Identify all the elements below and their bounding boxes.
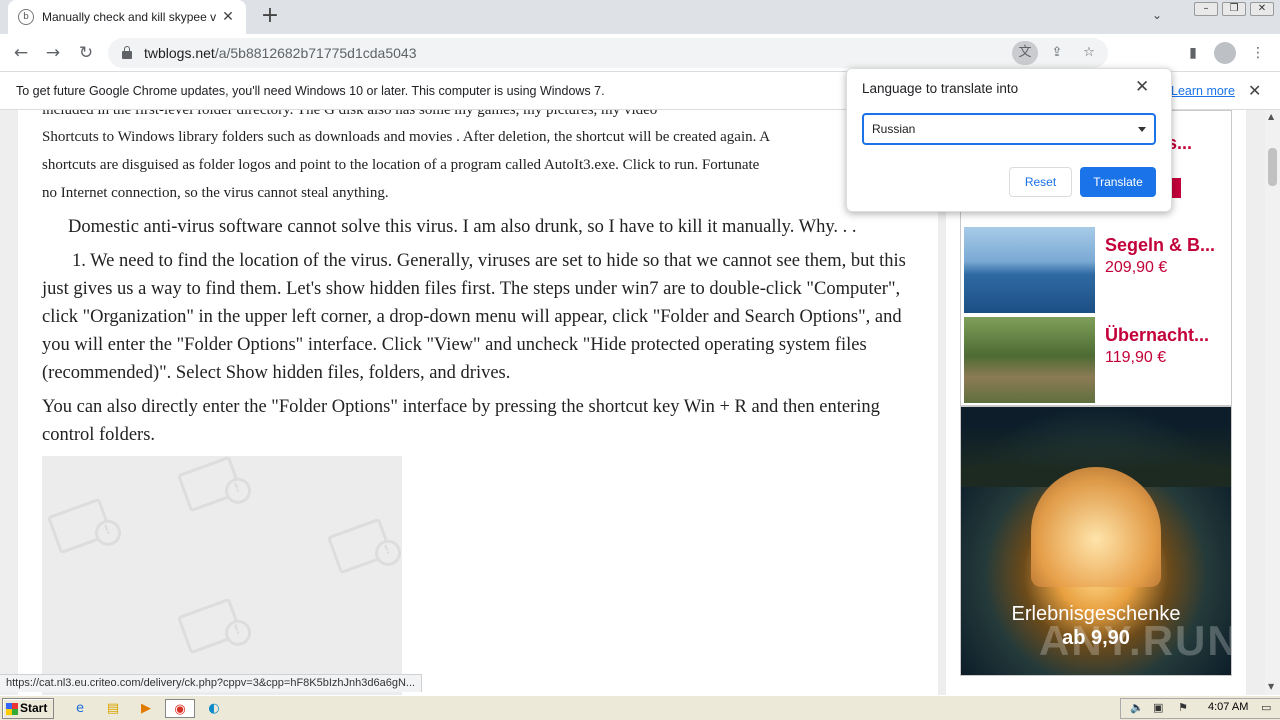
article-line-cut: included in the first-level folder direc…	[42, 110, 658, 118]
broken-image-icon	[176, 597, 244, 655]
popup-title: Language to translate into	[862, 81, 1019, 96]
selected-language: Russian	[872, 122, 916, 136]
broken-image-icon	[176, 456, 244, 513]
infobar-close-icon[interactable]: ✕	[1248, 81, 1261, 100]
chrome-icon[interactable]: ◉	[165, 699, 195, 718]
window-close-button[interactable]: ✕	[1250, 2, 1274, 16]
translate-popup: Language to translate into ✕ Russian Res…	[846, 68, 1172, 212]
article-body: included in the first-level folder direc…	[18, 110, 938, 695]
tab-active[interactable]: b Manually check and kill skypee virus ✕	[8, 0, 246, 34]
scroll-up-arrow-icon[interactable]: ▲	[1268, 112, 1274, 121]
start-label: Start	[20, 701, 48, 715]
network-icon[interactable]: ▣	[1153, 701, 1163, 714]
ad-item[interactable]: Segeln & B... 209,90 €	[964, 227, 1228, 315]
profile-avatar-icon[interactable]	[1213, 41, 1237, 65]
forward-arrow-icon[interactable]: →	[42, 42, 64, 64]
new-tab-button[interactable]: +	[258, 5, 282, 29]
ad-title[interactable]: Segeln & B...	[1105, 235, 1215, 256]
article-paragraph: Domestic anti-virus software cannot solv…	[68, 217, 857, 237]
scroll-down-arrow-icon[interactable]: ▼	[1268, 682, 1274, 691]
tab-search-chevron-icon[interactable]: ⌄	[1152, 8, 1162, 22]
windows-logo-icon	[6, 703, 18, 715]
learn-more-link[interactable]: Learn more	[1171, 84, 1235, 98]
edge-icon[interactable]: ◐	[204, 699, 224, 718]
dome-image	[1031, 467, 1161, 587]
article-line: shortcuts are disguised as folder logos …	[42, 157, 760, 173]
start-button[interactable]: Start	[2, 698, 54, 719]
link-status-bubble: https://cat.nl3.eu.criteo.com/delivery/c…	[0, 674, 423, 692]
flag-icon[interactable]: ⚑	[1178, 701, 1188, 714]
share-icon[interactable]: ⇪	[1044, 41, 1070, 65]
article-line: no Internet connection, so the virus can…	[42, 185, 389, 201]
bookmark-star-icon[interactable]: ☆	[1076, 41, 1102, 65]
ad-price: 209,90 €	[1105, 259, 1168, 276]
ad-price: 119,90 €	[1105, 349, 1167, 366]
reload-icon[interactable]: ↻	[75, 42, 97, 64]
address-url[interactable]: twblogs.net/a/5b8812682b71775d1cda5043	[144, 45, 416, 61]
media-player-icon[interactable]: ▶	[136, 699, 156, 718]
taskbar-clock: 4:07 AM	[1208, 701, 1249, 713]
dome-banner-ad[interactable]: Erlebnisgeschenke ab 9,90 ANY.RUN	[960, 406, 1232, 676]
article-paragraph: 1. We need to find the location of the v…	[42, 251, 906, 383]
ad-image-barrel-sauna[interactable]	[964, 317, 1095, 403]
show-desktop-icon[interactable]: ▭	[1261, 701, 1271, 714]
menu-kebab-icon[interactable]: ⋮	[1246, 41, 1270, 65]
restore-button[interactable]: ❐	[1222, 2, 1246, 16]
side-panel-icon[interactable]: ▮	[1181, 41, 1205, 65]
language-select[interactable]: Russian	[862, 113, 1156, 145]
broken-image-icon	[326, 517, 394, 575]
tab-strip: b Manually check and kill skypee virus ✕…	[0, 0, 1280, 34]
address-bar[interactable]: twblogs.net/a/5b8812682b71775d1cda5043 文…	[108, 38, 1108, 68]
ie-icon[interactable]: e	[70, 699, 90, 718]
broken-image-icon	[46, 497, 114, 555]
infobar-message: To get future Google Chrome updates, you…	[16, 84, 605, 98]
browser-toolbar: ← → ↻ twblogs.net/a/5b8812682b71775d1cda…	[0, 34, 1280, 72]
window-controls: – ❐ ✕	[1194, 2, 1274, 16]
article-line: Shortcuts to Windows library folders suc…	[42, 129, 771, 145]
ad-item[interactable]: Übernacht... 119,90 €	[964, 317, 1228, 405]
translate-button[interactable]: Translate	[1080, 167, 1156, 197]
omnibox-actions: 文 ⇪ ☆	[1012, 41, 1102, 65]
windows-taskbar: Start e ▤ ▶ ◉ ◐ 🔈 ▣ ⚑ 4:07 AM ▭	[0, 695, 1280, 720]
lock-icon[interactable]	[122, 46, 132, 59]
site-favicon-icon: b	[18, 9, 34, 25]
back-arrow-icon[interactable]: ←	[10, 42, 32, 64]
popup-close-icon[interactable]: ✕	[1135, 77, 1149, 97]
tab-title: Manually check and kill skypee virus	[42, 10, 216, 24]
tab-close-icon[interactable]: ✕	[220, 9, 236, 25]
dropdown-caret-icon	[1138, 127, 1146, 132]
minimize-button[interactable]: –	[1194, 2, 1218, 16]
system-tray	[1120, 698, 1280, 719]
image-placeholder	[42, 456, 402, 695]
ad-title[interactable]: Übernacht...	[1105, 325, 1209, 346]
translate-icon[interactable]: 文	[1012, 41, 1038, 65]
ad-image-sailing[interactable]	[964, 227, 1095, 313]
anyrun-watermark: ANY.RUN	[1039, 617, 1232, 664]
reset-button[interactable]: Reset	[1009, 167, 1072, 197]
page-scrollbar[interactable]: ▲ ▼	[1265, 110, 1280, 695]
explorer-folder-icon[interactable]: ▤	[103, 699, 123, 718]
volume-icon[interactable]: 🔈	[1130, 701, 1144, 714]
scroll-thumb[interactable]	[1268, 148, 1277, 186]
article-paragraph: You can also directly enter the "Folder …	[42, 397, 880, 445]
